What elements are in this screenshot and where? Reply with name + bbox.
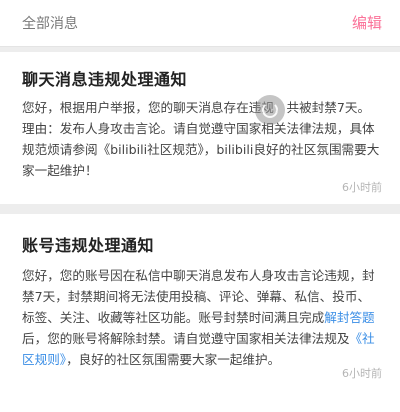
unban-quiz-link[interactable]: 解封答题 [324,310,374,325]
edit-button[interactable]: 编辑 [352,12,382,33]
message-title: 聊天消息违规处理通知 [22,70,188,89]
message-body-text: 您好，您的账号因在私信中聊天消息发布人身攻击言论违规，封禁7天，封禁期间将无法使… [22,268,375,325]
message-card[interactable]: 聊天消息违规处理通知 您好，根据用户举报，您的聊天消息存在违规，共被封禁7天。理… [0,52,400,204]
message-body-text: 后，您的账号将解除封禁。请自觉遵守国家相关法律法规及 [22,331,350,346]
message-card[interactable]: 账号违规处理通知 您好，您的账号因在私信中聊天消息发布人身攻击言论违规，封禁7天… [0,214,400,412]
page-title: 全部消息 [22,16,78,32]
message-body: 您好，您的账号因在私信中聊天消息发布人身攻击言论违规，封禁7天，封禁期间将无法使… [22,265,382,370]
loading-spinner-icon [255,95,285,125]
message-time: 6小时前 [342,367,382,380]
message-body: 您好，根据用户举报，您的聊天消息存在违规，共被封禁7天。理由：发布人身攻击言论。… [22,100,380,178]
message-time: 6小时前 [342,181,382,194]
message-title: 账号违规处理通知 [22,236,155,255]
top-bar: 全部消息 编辑 [0,0,400,47]
message-body-text: ，良好的社区氛围需要大家一起维护。 [66,352,281,367]
